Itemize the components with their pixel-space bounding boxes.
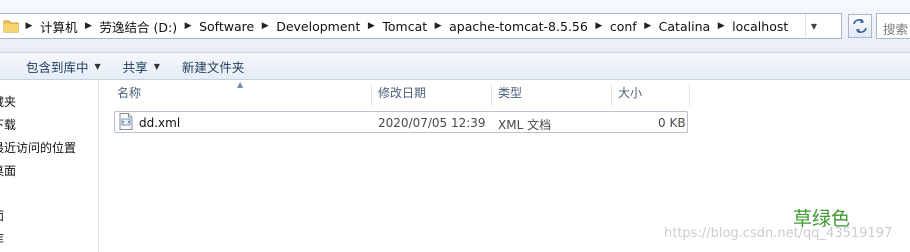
breadcrumb-chevron-icon[interactable]: ▶ — [641, 21, 655, 31]
include-in-library-label: 包含到库中 — [26, 59, 89, 75]
history-dropdown-icon[interactable]: ▼ — [805, 14, 822, 38]
navigation-pane: 藏夹 下载 最近访问的位置 桌面 面 库 — [0, 80, 99, 252]
share-label: 共享 — [122, 59, 148, 75]
table-row[interactable]: dd.xml 2020/07/05 12:39 XML 文档 0 KB — [114, 111, 688, 133]
breadcrumb-chevron-icon[interactable]: ▶ — [592, 21, 606, 31]
refresh-button[interactable] — [848, 14, 872, 38]
column-header-type[interactable]: 类型 — [492, 86, 522, 108]
breadcrumb-apache-tomcat[interactable]: apache-tomcat-8.5.56 — [445, 19, 592, 34]
breadcrumb-chevron-icon[interactable]: ▶ — [364, 21, 378, 31]
watermark-url: https://blog.csdn.net/qq_43519197 — [664, 226, 893, 241]
sort-ascending-icon: ▲ — [237, 80, 244, 89]
breadcrumb-localhost[interactable]: localhost — [728, 19, 792, 34]
breadcrumb-computer[interactable]: 计算机 — [36, 17, 82, 36]
breadcrumb-conf[interactable]: conf — [606, 19, 641, 34]
breadcrumb-development[interactable]: Development — [272, 19, 364, 34]
address-bar-row: ▶ 计算机 ▶ 劳逸结合 (D:) ▶ Software ▶ Developme… — [0, 0, 910, 52]
nav-item-favorites[interactable]: 藏夹 — [0, 93, 16, 110]
nav-item-libraries[interactable]: 库 — [0, 230, 4, 247]
file-type: XML 文档 — [498, 118, 552, 132]
breadcrumb-chevron-icon[interactable]: ▶ — [431, 21, 445, 31]
dropdown-arrow-icon: ▼ — [153, 61, 160, 71]
file-size: 0 KB — [658, 116, 686, 130]
dropdown-arrow-icon: ▼ — [94, 61, 101, 71]
breadcrumb-drive-d[interactable]: 劳逸结合 (D:) — [96, 17, 182, 36]
column-header-name[interactable]: 名称 — [111, 86, 141, 108]
address-bar[interactable]: ▶ 计算机 ▶ 劳逸结合 (D:) ▶ Software ▶ Developme… — [0, 13, 842, 39]
nav-item-downloads[interactable]: 下载 — [0, 116, 16, 133]
share-button[interactable]: 共享 ▼ — [112, 55, 171, 77]
breadcrumb-catalina[interactable]: Catalina — [655, 19, 714, 34]
xml-file-icon — [119, 113, 133, 133]
breadcrumb-chevron-icon[interactable]: ▶ — [82, 21, 96, 31]
breadcrumb-chevron-icon[interactable]: ▶ — [714, 21, 728, 31]
column-header-size[interactable]: 大小 — [612, 86, 642, 108]
file-name: dd.xml — [139, 116, 181, 130]
nav-item-recent-places[interactable]: 最近访问的位置 — [0, 139, 76, 156]
new-folder-button[interactable]: 新建文件夹 — [171, 55, 256, 77]
column-header-modified[interactable]: 修改日期 — [372, 86, 426, 108]
breadcrumb-software[interactable]: Software — [195, 19, 258, 34]
refresh-icon — [853, 19, 867, 33]
file-modified: 2020/07/05 12:39 — [378, 116, 486, 130]
search-input[interactable]: 搜索 — [876, 13, 910, 39]
command-toolbar: 包含到库中 ▼ 共享 ▼ 新建文件夹 — [0, 52, 910, 80]
breadcrumb-chevron-icon[interactable]: ▶ — [181, 21, 195, 31]
include-in-library-button[interactable]: 包含到库中 ▼ — [0, 55, 112, 77]
nav-item-desktop[interactable]: 桌面 — [0, 162, 16, 179]
breadcrumb-chevron-icon[interactable]: ▶ — [22, 21, 36, 31]
breadcrumb-chevron-icon[interactable]: ▶ — [258, 21, 272, 31]
folder-icon — [0, 14, 22, 38]
nav-item-desktop-root[interactable]: 面 — [0, 207, 4, 224]
column-divider[interactable] — [689, 84, 690, 106]
new-folder-label: 新建文件夹 — [181, 59, 245, 75]
breadcrumb-tomcat[interactable]: Tomcat — [378, 19, 431, 34]
